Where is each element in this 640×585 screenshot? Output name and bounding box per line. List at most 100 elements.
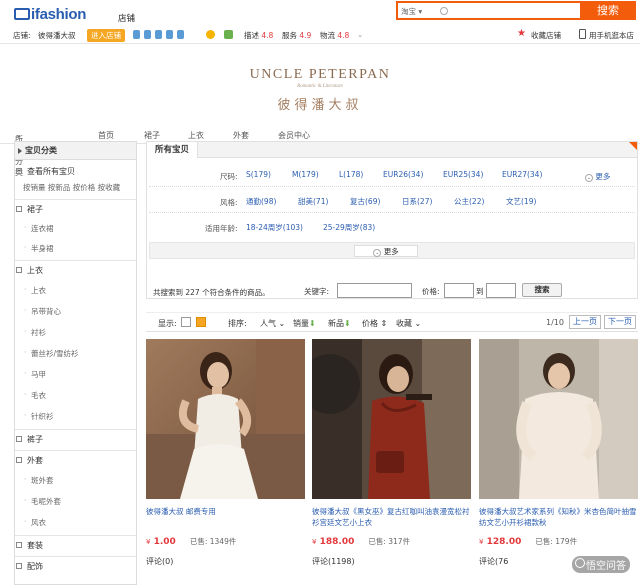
category-pants[interactable]: 裤子 xyxy=(15,434,136,445)
sort-bar: 显示: 排序: 人气 ⌄ 销量⬇ 新品⬇ 价格 ⇕ 收藏 ⌄ 1/10 上一页 … xyxy=(146,312,638,332)
nav-tops[interactable]: 上衣 xyxy=(188,130,204,141)
subcategory-shirts[interactable]: 衬衫 xyxy=(15,327,136,338)
filter-size-l[interactable]: L(178) xyxy=(339,170,363,179)
more-sizes-button[interactable]: ⌄ 更多 xyxy=(585,171,610,182)
filter-style-japanese[interactable]: 日系(27) xyxy=(402,196,432,207)
subcategory-lace-chiffon[interactable]: 蕾丝衫/雪纺衫 xyxy=(15,348,136,359)
nav-all-categories[interactable]: 所有分类 ⌄ xyxy=(15,130,23,177)
subcategory-knitwear[interactable]: 针织衫 xyxy=(15,411,136,422)
keyword-label: 关键字: xyxy=(304,287,330,296)
product-title[interactable]: 彼得潘大叔《黑女巫》复古红咖叫油袁漫宽松衬衫宫廷文艺小上衣 xyxy=(312,506,471,528)
next-page-button[interactable]: 下一页 xyxy=(604,315,636,329)
subcategory-trench[interactable]: 风衣 xyxy=(15,517,136,528)
diamond-icon xyxy=(177,30,184,39)
filter-age-25-29[interactable]: 25-29周岁(83) xyxy=(323,222,375,233)
category-tops[interactable]: 上衣 xyxy=(15,265,136,276)
sort-price[interactable]: 价格 ⇕ xyxy=(362,318,387,329)
collapse-box-icon xyxy=(16,563,22,569)
filter-size-eur26[interactable]: EUR26(34) xyxy=(383,170,423,179)
subcategory-camisoles[interactable]: 吊带背心 xyxy=(15,306,136,317)
filter-style-commute[interactable]: 通勤(98) xyxy=(246,196,276,207)
sort-favorites[interactable]: 收藏 ⌄ xyxy=(396,318,421,329)
product-image[interactable] xyxy=(479,339,638,499)
sort-by-favorite[interactable]: 按收藏 xyxy=(98,183,121,192)
enter-store-button[interactable]: 进入店铺 xyxy=(87,29,125,42)
category-accessories[interactable]: 配饰 xyxy=(15,561,136,572)
page-indicator: 1/10 xyxy=(546,318,564,327)
age-label: 适用年龄: xyxy=(205,224,238,233)
sort-by-new[interactable]: 按新品 xyxy=(48,183,71,192)
subcategory-dresses[interactable]: 连衣裙 xyxy=(15,223,136,234)
prev-page-button[interactable]: 上一页 xyxy=(569,315,601,329)
sort-sales[interactable]: 销量⬇ xyxy=(293,318,316,329)
product-card[interactable]: 彼得潘大叔《黑女巫》复古红咖叫油袁漫宽松衬衫宫廷文艺小上衣 ¥ 188.00 已售… xyxy=(312,339,471,567)
sort-by-sales[interactable]: 按销量 xyxy=(23,183,46,192)
category-sidebar: 宝贝分类 查看所有宝贝 按销量 按新品 按价格 按收藏 裙子 连衣裙 半身裙 上… xyxy=(14,141,137,585)
chevron-down-icon: ⌄ xyxy=(585,174,593,182)
product-price: ¥ 1.00 已售: 1349件 xyxy=(146,537,237,547)
product-card[interactable]: 彼得潘大叔艺术家系列《知秋》米杏色简叶抽雪纺文艺小开衫裙款秋 ¥ 128.00 已… xyxy=(479,339,638,567)
favorite-store-link[interactable]: 收藏店铺 xyxy=(531,30,561,41)
product-title[interactable]: 彼得潘大叔艺术家系列《知秋》米杏色简叶抽雪纺文艺小开衫裙款秋 xyxy=(479,506,638,528)
filter-size-eur25[interactable]: EUR25(34) xyxy=(443,170,483,179)
view-all-items[interactable]: 查看所有宝贝 xyxy=(15,166,136,177)
store-label: 店铺 xyxy=(118,14,136,24)
product-card[interactable]: 彼得潘大叔 邮费专用 ¥ 1.00 已售: 1349件 评论(0) xyxy=(146,339,305,567)
collapse-box-icon xyxy=(16,542,22,548)
subcategory-wool-coats[interactable]: 毛呢外套 xyxy=(15,496,136,507)
filter-style-retro[interactable]: 复古(69) xyxy=(350,196,380,207)
keyword-input[interactable] xyxy=(337,283,412,298)
subcategory-sweaters[interactable]: 毛衣 xyxy=(15,390,136,401)
brand-banner: UNCLE PETERPAN Romantic & Literature 彼得潘… xyxy=(0,44,640,126)
price-to-label: 到 xyxy=(476,287,484,296)
filter-size-m[interactable]: M(179) xyxy=(292,170,319,179)
price-min-input[interactable] xyxy=(444,283,474,298)
filter-style-princess[interactable]: 公主(22) xyxy=(454,196,484,207)
filter-tabbar: 所有宝贝 xyxy=(147,142,637,158)
logo-mark-icon xyxy=(14,8,30,20)
product-comments[interactable]: 评论(1198) xyxy=(312,556,471,567)
expand-more-button[interactable]: ⌄ 更多 xyxy=(354,245,418,257)
category-outerwear[interactable]: 外套 xyxy=(15,455,136,466)
nav-member-center[interactable]: 会员中心 xyxy=(278,130,310,141)
category-sets[interactable]: 套装 xyxy=(15,540,136,551)
search-icon xyxy=(440,7,448,15)
search-box[interactable]: 淘宝 ▾ 搜索 xyxy=(396,1,636,20)
expand-bar: ⌄ 更多 xyxy=(149,242,635,259)
price-max-input[interactable] xyxy=(486,283,516,298)
product-image[interactable] xyxy=(146,339,305,499)
diamond-icon xyxy=(144,30,151,39)
search-scope-select[interactable]: 淘宝 ▾ xyxy=(401,6,422,17)
product-image[interactable] xyxy=(312,339,471,499)
filter-search-button[interactable]: 搜索 xyxy=(522,283,562,297)
tab-all-items[interactable]: 所有宝贝 xyxy=(147,142,199,158)
subcategory-half-skirts[interactable]: 半身裙 xyxy=(15,243,136,254)
nav-home[interactable]: 首页 xyxy=(98,130,114,141)
sort-new[interactable]: 新品⬇ xyxy=(328,318,351,329)
filter-age-18-24[interactable]: 18-24周岁(103) xyxy=(246,222,303,233)
chevron-down-icon[interactable]: ⌄ xyxy=(357,30,363,39)
nav-skirts[interactable]: 裙子 xyxy=(144,130,160,141)
top-bar: ifashion 店铺 淘宝 ▾ 搜索 xyxy=(0,0,640,27)
product-comments[interactable]: 评论(0) xyxy=(146,556,305,567)
collapse-box-icon xyxy=(16,436,22,442)
sort-popularity[interactable]: 人气 ⌄ xyxy=(260,318,285,329)
subcategory-tops[interactable]: 上衣 xyxy=(15,285,136,296)
filter-size-s[interactable]: S(179) xyxy=(246,170,271,179)
store-name[interactable]: 彼得潘大叔 xyxy=(38,30,76,41)
nav-outerwear[interactable]: 外套 xyxy=(233,130,249,141)
filter-style-literary[interactable]: 文艺(19) xyxy=(506,196,536,207)
sort-by-price[interactable]: 按价格 xyxy=(73,183,96,192)
rating-logistics: 物流 4.8 xyxy=(320,31,350,40)
subcategory-vests[interactable]: 马甲 xyxy=(15,369,136,380)
filter-size-eur27[interactable]: EUR27(34) xyxy=(502,170,542,179)
search-button[interactable]: 搜索 xyxy=(580,1,636,20)
list-view-icon[interactable] xyxy=(181,317,191,327)
subcategory-jackets[interactable]: 斑外套 xyxy=(15,475,136,486)
product-title[interactable]: 彼得潘大叔 邮费专用 xyxy=(146,506,305,528)
mobile-link[interactable]: 用手机逛本店 xyxy=(589,30,634,41)
grid-view-icon[interactable] xyxy=(196,317,206,327)
category-skirts[interactable]: 裙子 xyxy=(15,204,136,215)
ifashion-logo[interactable]: ifashion xyxy=(14,6,86,23)
filter-style-sweet[interactable]: 甜美(71) xyxy=(298,196,328,207)
